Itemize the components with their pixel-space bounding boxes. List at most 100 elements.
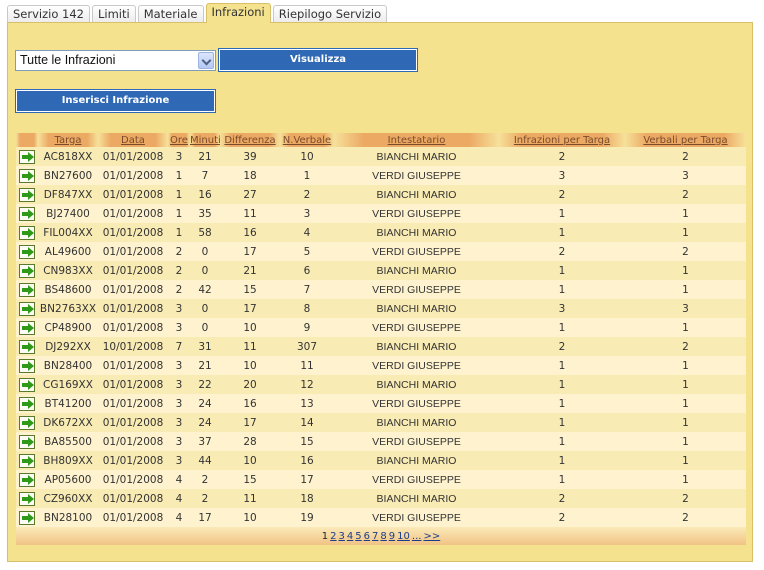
- green-arrow-icon[interactable]: [19, 206, 35, 221]
- cell-targa: BN28400: [38, 356, 98, 375]
- add-infraction-button[interactable]: Inserisci Infrazione: [15, 89, 216, 113]
- row-action-cell[interactable]: [16, 147, 38, 166]
- green-arrow-icon[interactable]: [19, 282, 35, 297]
- page-link[interactable]: 5: [355, 531, 361, 542]
- cell-ore: 1: [168, 166, 190, 185]
- cell-targa: BA85500: [38, 432, 98, 451]
- cell-verbali-per-targa: 2: [625, 508, 746, 527]
- green-arrow-icon[interactable]: [19, 396, 35, 411]
- page-link[interactable]: ...: [412, 531, 422, 542]
- page-link[interactable]: 9: [389, 531, 395, 542]
- row-action-cell[interactable]: [16, 432, 38, 451]
- row-action-cell[interactable]: [16, 470, 38, 489]
- tab-riepilogo-servizio[interactable]: Riepilogo Servizio: [272, 5, 388, 23]
- table-row: DJ292XX 10/01/2008 7 31 11 307 BIANCHI MARIO 2 2: [16, 337, 746, 356]
- green-arrow-icon[interactable]: [19, 510, 35, 525]
- cell-infrazioni-per-targa: 1: [499, 451, 625, 470]
- cell-differenza: 16: [220, 394, 280, 413]
- row-action-cell[interactable]: [16, 318, 38, 337]
- green-arrow-icon[interactable]: [19, 415, 35, 430]
- cell-infrazioni-per-targa: 3: [499, 166, 625, 185]
- row-action-cell[interactable]: [16, 280, 38, 299]
- green-arrow-icon[interactable]: [19, 244, 35, 259]
- cell-targa: BS48600: [38, 280, 98, 299]
- column-header-infrazioni-per-targa[interactable]: Infrazioni per Targa: [499, 133, 625, 147]
- cell-minuti: 21: [190, 147, 220, 166]
- row-action-cell[interactable]: [16, 299, 38, 318]
- green-arrow-icon[interactable]: [19, 301, 35, 316]
- row-action-cell[interactable]: [16, 489, 38, 508]
- page-link[interactable]: 3: [339, 531, 345, 542]
- current-page: 1: [321, 530, 329, 542]
- chevron-down-icon[interactable]: [198, 52, 214, 69]
- column-header-differenza[interactable]: Differenza: [220, 133, 280, 147]
- row-action-cell[interactable]: [16, 451, 38, 470]
- cell-n-verbale: 12: [280, 375, 334, 394]
- cell-infrazioni-per-targa: 1: [499, 223, 625, 242]
- green-arrow-icon[interactable]: [19, 187, 35, 202]
- page-link[interactable]: 8: [380, 531, 386, 542]
- row-action-cell[interactable]: [16, 223, 38, 242]
- page-link[interactable]: >>: [423, 531, 440, 542]
- green-arrow-icon[interactable]: [19, 320, 35, 335]
- row-action-cell[interactable]: [16, 375, 38, 394]
- green-arrow-icon[interactable]: [19, 491, 35, 506]
- row-action-cell[interactable]: [16, 413, 38, 432]
- row-action-cell[interactable]: [16, 204, 38, 223]
- green-arrow-icon[interactable]: [19, 263, 35, 278]
- green-arrow-icon[interactable]: [19, 358, 35, 373]
- cell-infrazioni-per-targa: 1: [499, 413, 625, 432]
- page-link[interactable]: 4: [347, 531, 353, 542]
- page-link[interactable]: 7: [372, 531, 378, 542]
- cell-minuti: 0: [190, 261, 220, 280]
- green-arrow-icon[interactable]: [19, 377, 35, 392]
- row-action-cell[interactable]: [16, 166, 38, 185]
- table-row: BN28400 01/01/2008 3 21 10 11 VERDI GIUSEPPE 1 1: [16, 356, 746, 375]
- infraction-filter-select[interactable]: Tutte le Infrazioni: [15, 50, 216, 71]
- column-header-targa[interactable]: Targa: [38, 133, 98, 147]
- row-action-cell[interactable]: [16, 508, 38, 527]
- cell-infrazioni-per-targa: 1: [499, 204, 625, 223]
- cell-minuti: 0: [190, 242, 220, 261]
- cell-differenza: 15: [220, 280, 280, 299]
- page-link[interactable]: 10: [397, 531, 410, 542]
- column-header-intestatario[interactable]: Intestatario: [334, 133, 499, 147]
- green-arrow-icon[interactable]: [19, 339, 35, 354]
- column-header-ore[interactable]: Ore: [168, 133, 190, 147]
- cell-minuti: 24: [190, 413, 220, 432]
- cell-n-verbale: 4: [280, 223, 334, 242]
- green-arrow-icon[interactable]: [19, 149, 35, 164]
- cell-n-verbale: 14: [280, 413, 334, 432]
- tab-materiale[interactable]: Materiale: [137, 5, 204, 23]
- column-header-data[interactable]: Data: [98, 133, 168, 147]
- cell-infrazioni-per-targa: 1: [499, 356, 625, 375]
- green-arrow-icon[interactable]: [19, 434, 35, 449]
- green-arrow-icon[interactable]: [19, 453, 35, 468]
- view-button[interactable]: Visualizza: [218, 48, 418, 72]
- cell-infrazioni-per-targa: 2: [499, 185, 625, 204]
- column-header-minuti[interactable]: Minuti: [190, 133, 220, 147]
- row-action-cell[interactable]: [16, 337, 38, 356]
- page-link[interactable]: 6: [364, 531, 370, 542]
- cell-differenza: 11: [220, 204, 280, 223]
- row-action-cell[interactable]: [16, 261, 38, 280]
- table-row: BN28100 01/01/2008 4 17 10 19 VERDI GIUSEPPE 2 2: [16, 508, 746, 527]
- cell-n-verbale: 15: [280, 432, 334, 451]
- cell-targa: BJ27400: [38, 204, 98, 223]
- column-header-n-verbale[interactable]: N.Verbale: [280, 133, 334, 147]
- tab-servizio-142[interactable]: Servizio 142: [7, 5, 90, 23]
- row-action-cell[interactable]: [16, 356, 38, 375]
- cell-data: 01/01/2008: [98, 280, 168, 299]
- green-arrow-icon[interactable]: [19, 168, 35, 183]
- page-link[interactable]: 2: [330, 531, 336, 542]
- row-action-cell[interactable]: [16, 242, 38, 261]
- green-arrow-icon[interactable]: [19, 225, 35, 240]
- row-action-cell[interactable]: [16, 185, 38, 204]
- column-header-verbali-per-targa[interactable]: Verbali per Targa: [625, 133, 746, 147]
- table-row: BJ27400 01/01/2008 1 35 11 3 VERDI GIUSEPPE 1 1: [16, 204, 746, 223]
- green-arrow-icon[interactable]: [19, 472, 35, 487]
- tab-infrazioni[interactable]: Infrazioni: [205, 3, 271, 23]
- tab-limiti[interactable]: Limiti: [91, 5, 136, 23]
- cell-minuti: 37: [190, 432, 220, 451]
- row-action-cell[interactable]: [16, 394, 38, 413]
